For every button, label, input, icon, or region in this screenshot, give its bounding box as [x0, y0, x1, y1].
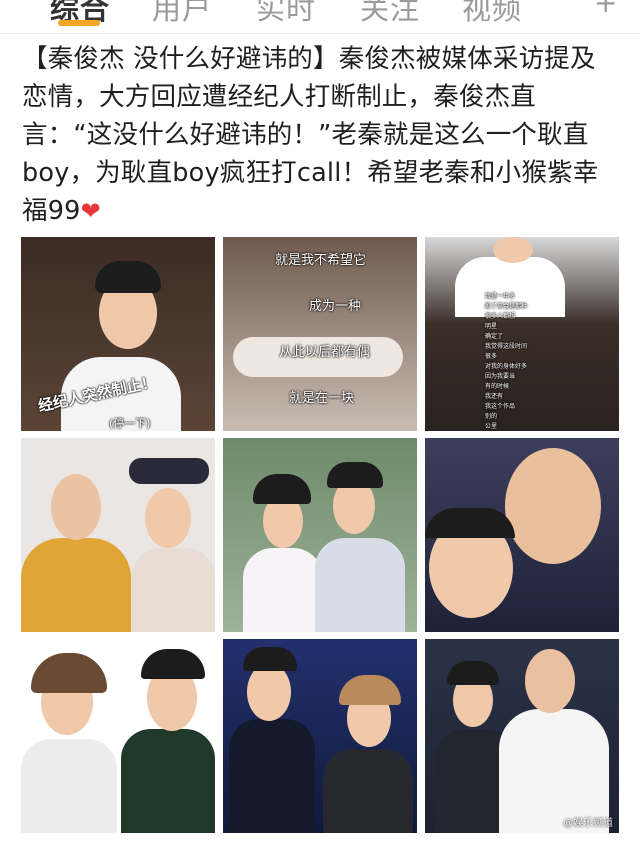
tab-video[interactable]: 视频: [462, 0, 522, 28]
tab-following[interactable]: 关注: [360, 0, 420, 28]
active-tab-indicator: [58, 20, 100, 26]
post-line: 言：“这没什么好避讳的！”老秦就是这么一个耿直: [22, 120, 589, 150]
comment-line: 很多人都想: [485, 313, 516, 320]
photo-stage-pair[interactable]: [223, 639, 417, 833]
comment-line: 我还有: [485, 393, 504, 400]
comment-line: 我觉得这段时间: [485, 343, 528, 350]
tab-realtime[interactable]: 实时: [256, 0, 316, 28]
photo-two-portraits[interactable]: [21, 639, 215, 833]
comment-line: 别的: [485, 413, 498, 420]
comment-line: 有的时候: [485, 383, 510, 390]
comment-line: 对我的身体好多: [485, 363, 528, 370]
subtitle-line: 就是在一块: [289, 391, 355, 406]
image-watermark: @娱乐频道: [563, 818, 613, 829]
comment-line: 我这个作品: [485, 403, 516, 410]
image-grid: 经纪人突然制止！ (停一下) 就是我不希望它 成为一种 从此以后都有偶 就是在一…: [21, 237, 619, 833]
photo-couple-standing[interactable]: @娱乐频道: [425, 639, 619, 833]
comment-line: 我是一年多: [485, 293, 516, 300]
image-subcaption: (停一下): [109, 417, 151, 430]
post-text[interactable]: 【秦俊杰 没什么好避讳的】秦俊杰被媒体采访提及 恋情，大方回应遭经纪人打断制止，…: [22, 40, 626, 230]
comment-line: 剧了拿会是那种: [485, 303, 528, 310]
post-line: 福99: [22, 196, 81, 226]
post-line: 【秦俊杰 没什么好避讳的】秦俊杰被媒体采访提及: [22, 44, 596, 74]
photo-interview-still[interactable]: 经纪人突然制止！ (停一下): [21, 237, 215, 431]
comment-line: 公里: [485, 423, 498, 430]
photo-costume-drama-pair[interactable]: [223, 438, 417, 632]
search-tab-bar: 综合 用户 实时 关注 视频 +: [0, 0, 640, 34]
comment-line: 很多: [485, 353, 498, 360]
photo-bed-subtitles[interactable]: 就是我不希望它 成为一种 从此以后都有偶 就是在一块: [223, 237, 417, 431]
post-line: 恋情，大方回应遭经纪人打断制止，秦俊杰直: [22, 82, 537, 112]
comment-line: 确定了: [485, 333, 504, 340]
plus-icon[interactable]: +: [594, 0, 617, 19]
tab-users[interactable]: 用户: [152, 0, 212, 28]
subtitle-line: 从此以后都有偶: [279, 345, 371, 360]
comment-line: 明星: [485, 323, 498, 330]
tab-divider: [0, 33, 640, 34]
photo-qing-costume-pair[interactable]: [21, 438, 215, 632]
photo-interview-comments[interactable]: 我是一年多 剧了拿会是那种 很多人都想 明星 确定了 我觉得这段时间 很多 对我…: [425, 237, 619, 431]
subtitle-line: 就是我不希望它: [275, 253, 367, 268]
photo-selfie-pair[interactable]: [425, 438, 619, 632]
post-line: boy，为耿直boy疯狂打call！希望老秦和小猴紫幸: [22, 158, 599, 188]
comment-line: 因为我要当: [485, 373, 516, 380]
subtitle-line: 成为一种: [309, 299, 362, 314]
post-line-last: 福99❤: [22, 192, 626, 230]
red-heart-icon: ❤: [80, 197, 101, 225]
